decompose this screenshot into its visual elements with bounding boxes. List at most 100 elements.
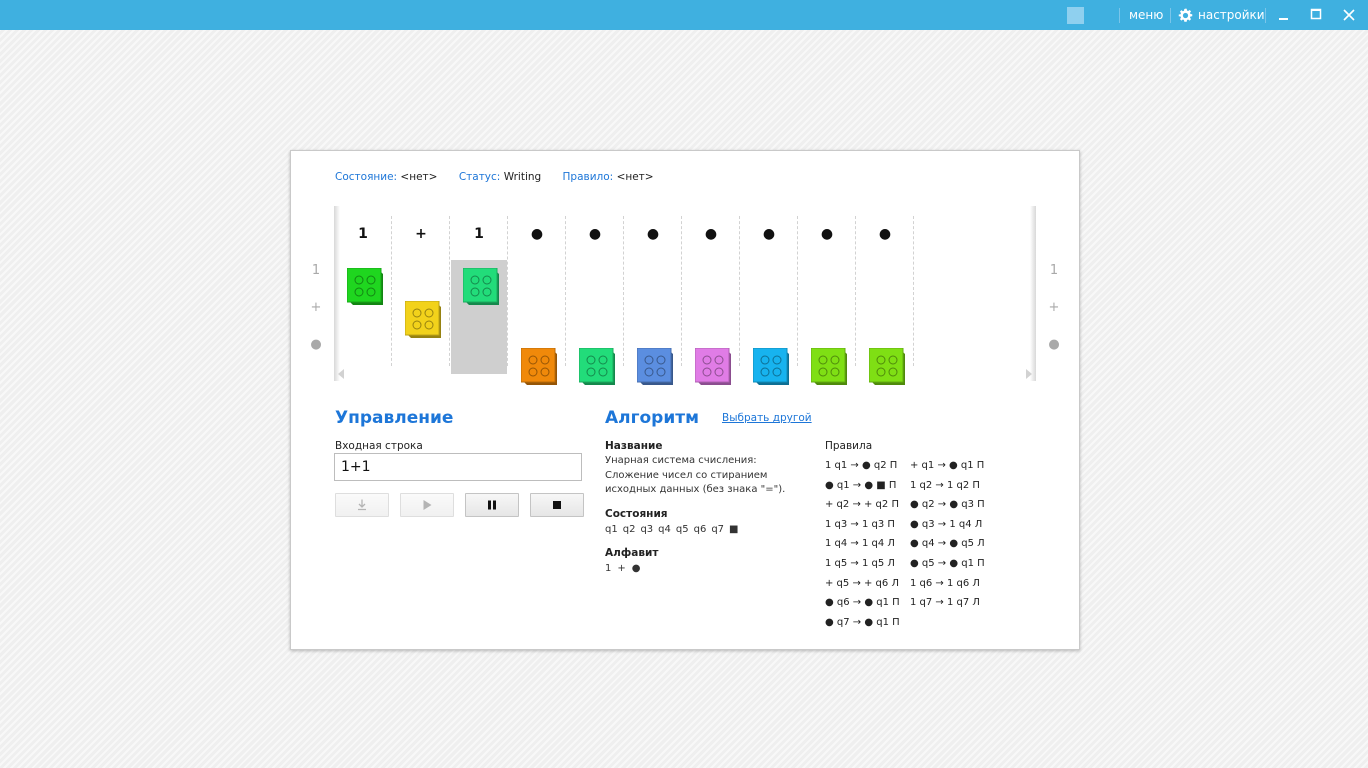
- state-item: q5: [675, 524, 689, 535]
- state-item: q4: [658, 524, 671, 535]
- pause-button[interactable]: [465, 493, 519, 517]
- rule-item: ● q7 → ● q1 П: [825, 616, 900, 628]
- states-label: Состояния: [605, 508, 668, 520]
- tape-cell[interactable]: ●: [798, 216, 856, 385]
- brick-icon: [636, 347, 673, 385]
- minimize-icon[interactable]: [1273, 5, 1295, 25]
- tape-cell[interactable]: ●: [682, 216, 740, 385]
- rule-item: ● q3 → 1 q4 Л: [910, 518, 983, 530]
- tape[interactable]: 1 +1 ● ● ● ● ● ● ●: [334, 206, 1036, 385]
- cell-symbol: ●: [588, 226, 602, 242]
- algorithm-title: Алгоритм: [605, 408, 699, 428]
- brick-icon: [752, 347, 789, 385]
- status-line: Состояние: <нет> Статус: Writing Правило…: [335, 171, 672, 183]
- rule-item: 1 q3 → 1 q3 П: [825, 518, 895, 530]
- close-icon[interactable]: [1338, 5, 1360, 25]
- status-label: Статус:: [458, 171, 501, 183]
- state-item: q6: [693, 524, 707, 535]
- cell-symbol: 1: [358, 226, 368, 242]
- tape-cell[interactable]: ●: [624, 216, 682, 385]
- titlebar-separator: [1265, 8, 1266, 23]
- right-alphabet-symbol: +: [1048, 300, 1060, 315]
- tape-cell[interactable]: 1: [450, 216, 508, 374]
- app-color-square[interactable]: [1067, 7, 1084, 24]
- load-button[interactable]: [335, 493, 389, 517]
- alphabet-label: Алфавит: [605, 547, 659, 559]
- right-alphabet-symbol: 1: [1049, 263, 1059, 278]
- cell-symbol: ●: [820, 226, 834, 242]
- tape-cell[interactable]: 1: [334, 216, 392, 366]
- rule-item: 1 q1 → ● q2 П: [825, 460, 898, 471]
- rule-label: Правило:: [562, 171, 614, 183]
- turing-machine-panel: Состояние: <нет> Статус: Writing Правило…: [290, 150, 1080, 650]
- states-list: q1 q2 q3 q4 q5 q6 q7 ■: [605, 524, 743, 535]
- brick-icon: [520, 347, 557, 385]
- rule-item: 1 q4 → 1 q4 Л: [825, 538, 895, 550]
- tape-right-edge: [1030, 206, 1036, 381]
- left-alphabet-symbol: 1: [311, 263, 321, 278]
- status-value: Writing: [503, 171, 542, 183]
- tape-cell[interactable]: ●: [508, 216, 566, 385]
- left-alphabet-symbol: ●: [310, 337, 322, 352]
- alphabet-item: +: [617, 563, 626, 574]
- input-label: Входная строка: [335, 440, 423, 452]
- gear-icon[interactable]: [1178, 8, 1193, 23]
- stop-button[interactable]: [530, 493, 584, 517]
- stop-icon: [553, 501, 561, 509]
- cell-symbol: ●: [646, 226, 660, 242]
- rule-item: + q2 → + q2 П: [825, 499, 899, 511]
- rules-column-2: + q1 → ● q1 П 1 q2 → 1 q2 П ● q2 → ● q3 П ●…: [910, 456, 985, 613]
- titlebar-separator: [1170, 8, 1171, 23]
- scroll-left-arrow-icon[interactable]: [338, 369, 344, 379]
- tape-cell[interactable]: ●: [856, 216, 914, 385]
- left-alphabet: 1 + ●: [306, 261, 326, 372]
- cell-symbol: ●: [530, 226, 544, 242]
- brick-icon: [578, 347, 615, 385]
- rule-item: 1 q7 → 1 q7 Л: [910, 597, 980, 609]
- rule-item: ● q6 → ● q1 П: [825, 597, 900, 609]
- cell-symbol: ●: [878, 226, 892, 242]
- cell-symbol: ●: [762, 226, 776, 242]
- rule-item: ● q4 → ● q5 Л: [910, 538, 985, 550]
- tape-cell[interactable]: ●: [566, 216, 624, 385]
- control-title: Управление: [335, 408, 454, 428]
- brick-icon: [810, 347, 847, 385]
- rule-item: ● q1 → ● ■ П: [825, 479, 897, 491]
- tape-cell[interactable]: +: [392, 216, 450, 366]
- right-alphabet-symbol: ●: [1048, 337, 1060, 352]
- window-titlebar: меню настройки: [0, 0, 1368, 30]
- cell-symbol: +: [415, 226, 427, 242]
- maximize-icon[interactable]: [1305, 5, 1327, 25]
- brick-icon: [346, 267, 383, 305]
- rules-label: Правила: [825, 440, 873, 452]
- download-icon: [358, 499, 366, 511]
- settings-button[interactable]: настройки: [1198, 8, 1265, 23]
- play-icon: [423, 500, 432, 510]
- input-string-field[interactable]: 1+1: [334, 453, 582, 481]
- choose-other-link[interactable]: Выбрать другой: [722, 412, 812, 424]
- state-item: q1: [605, 524, 618, 535]
- alphabet-item: 1: [605, 563, 612, 574]
- menu-button[interactable]: меню: [1129, 8, 1163, 23]
- brick-icon: [404, 300, 441, 338]
- rule-item: + q1 → ● q1 П: [910, 460, 985, 471]
- rule-item: + q5 → + q6 Л: [825, 577, 899, 589]
- cell-symbol: ●: [704, 226, 718, 242]
- algorithm-name: Унарная система счисления: Сложение чисе…: [605, 455, 786, 495]
- state-item: ■: [729, 524, 739, 535]
- brick-icon: [694, 347, 731, 385]
- state-item: q7: [711, 524, 725, 535]
- titlebar-separator: [1119, 8, 1120, 23]
- scroll-right-arrow-icon[interactable]: [1026, 369, 1032, 379]
- pause-icon: [488, 500, 496, 510]
- tape-cell[interactable]: ●: [740, 216, 798, 385]
- rule-value: <нет>: [616, 171, 654, 183]
- rules-column-1: 1 q1 → ● q2 П ● q1 → ● ■ П + q2 → + q2 П 1 …: [825, 456, 900, 632]
- play-button[interactable]: [400, 493, 454, 517]
- state-item: q3: [640, 524, 654, 535]
- cell-symbol: 1: [474, 226, 484, 242]
- rule-item: 1 q5 → 1 q5 Л: [825, 557, 895, 569]
- state-value: <нет>: [400, 171, 438, 183]
- state-item: q2: [622, 524, 636, 535]
- state-label: Состояние:: [335, 171, 398, 183]
